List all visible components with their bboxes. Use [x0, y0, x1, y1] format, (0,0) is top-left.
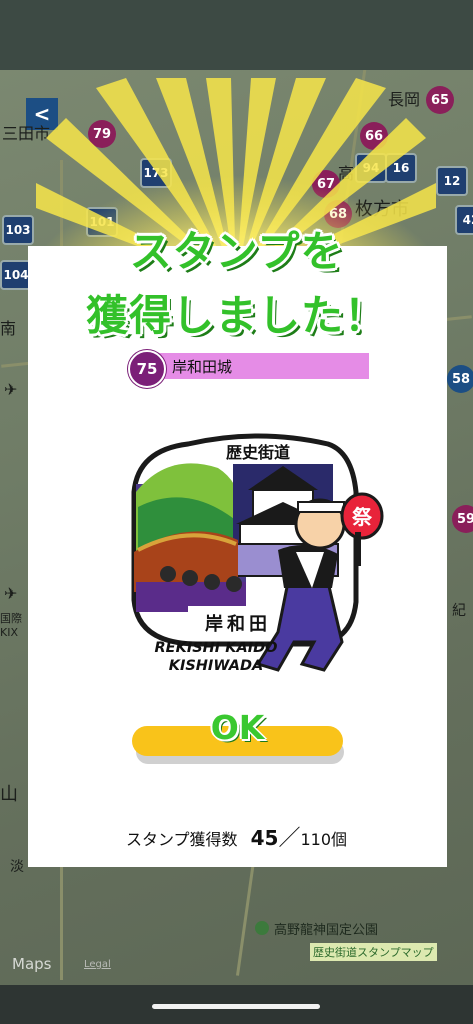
map-label-ki: 紀 [452, 603, 466, 619]
stamp-top-text: 歴史街道 [226, 443, 290, 462]
stamp-name: 岸和田城 [172, 358, 233, 376]
map-label-kix: KIX [0, 626, 18, 639]
stamp-count-row: スタンプ獲得数 45／110個 [0, 820, 473, 852]
airplane-icon[interactable]: ✈ [4, 584, 17, 603]
stamp-number-badge: 75 [128, 350, 166, 388]
stamp-count-total: 110個 [300, 830, 348, 849]
map-label-yama: 山 [0, 784, 18, 805]
route-shield: 12 [436, 166, 468, 196]
stamp-bottom-text: 岸和田 [205, 613, 271, 635]
status-bar [0, 0, 473, 70]
map-label-kokusai: 国際 [0, 612, 22, 625]
app-map-link[interactable]: 歴史街道スタンプマップ [310, 943, 437, 961]
stamp-count-label: スタンプ獲得数 [125, 830, 238, 849]
dialog-title-line2: 獲得しました！ [85, 291, 387, 340]
legal-link[interactable]: Legal [84, 959, 111, 970]
park-icon [255, 921, 269, 935]
stamp-caption-line1: REKISHI KAIDO [154, 640, 278, 656]
airplane-icon[interactable]: ✈ [4, 380, 17, 399]
stamp-caption-line2: KISHIWADA [168, 658, 264, 674]
stamp-pin[interactable]: 59 [452, 505, 473, 533]
stamp-pin[interactable]: 58 [447, 365, 473, 393]
map-label-park: 高野龍神国定公園 [274, 923, 379, 938]
dialog-title-line1: スタンプを [129, 227, 344, 276]
map-label-awa: 淡 [10, 859, 24, 875]
home-indicator[interactable] [152, 1004, 320, 1009]
apple-maps-logo: Maps [12, 955, 52, 973]
stamp-count-value: 45 [250, 826, 279, 850]
stamp-count-separator: ／ [278, 826, 301, 851]
stamp-fan-text: 祭 [351, 505, 373, 529]
ok-button-label[interactable]: OK [132, 708, 343, 747]
